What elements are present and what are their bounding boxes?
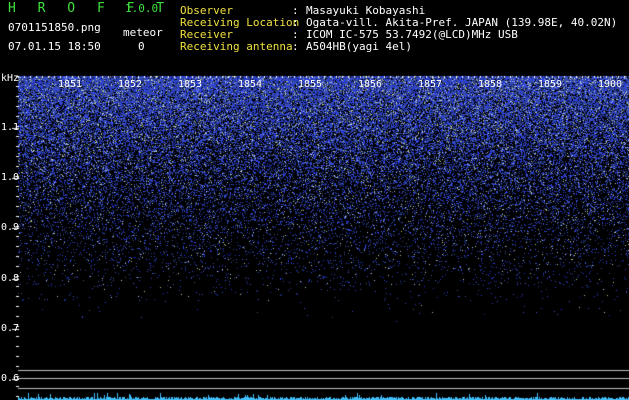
frequency-tick-label: 0.8 bbox=[1, 273, 20, 284]
meteor-label: meteor bbox=[123, 26, 163, 39]
time-tick-label: 1851 bbox=[58, 79, 83, 90]
capture-datetime: 07.01.15 18:50 bbox=[8, 40, 101, 53]
frequency-tick-label: 1.0 bbox=[1, 172, 20, 183]
separator: : bbox=[292, 40, 299, 53]
antenna-value: A504HB(yagi 4el) bbox=[306, 40, 412, 53]
unit-label: kHz bbox=[1, 73, 20, 84]
time-tick-label: 1853 bbox=[178, 79, 203, 90]
time-tick-label: 1900 bbox=[598, 79, 623, 90]
time-tick-label: 1854 bbox=[238, 79, 263, 90]
time-tick-label: 1855 bbox=[298, 79, 323, 90]
time-tick-label: 1859 bbox=[538, 79, 563, 90]
time-tick-label: 1852 bbox=[118, 79, 143, 90]
frequency-tick-label: 0.7 bbox=[1, 323, 20, 334]
image-filename: 0701151850.png bbox=[8, 21, 101, 34]
time-tick-label: 1856 bbox=[358, 79, 383, 90]
spectrogram-canvas bbox=[0, 62, 629, 400]
frequency-tick-label: 1.1 bbox=[1, 122, 20, 133]
frequency-tick-label: 0.9 bbox=[1, 222, 20, 233]
header-panel: H R O F F T 1.0.0 0701151850.png meteor … bbox=[0, 0, 629, 62]
time-tick-label: 1858 bbox=[478, 79, 503, 90]
app-version: 1.0.0 bbox=[125, 2, 159, 15]
frequency-tick-label: 0.6 bbox=[1, 373, 20, 384]
antenna-key: Receiving antenna bbox=[180, 40, 293, 53]
meteor-count: 0 bbox=[138, 40, 145, 53]
time-tick-label: 1857 bbox=[418, 79, 443, 90]
